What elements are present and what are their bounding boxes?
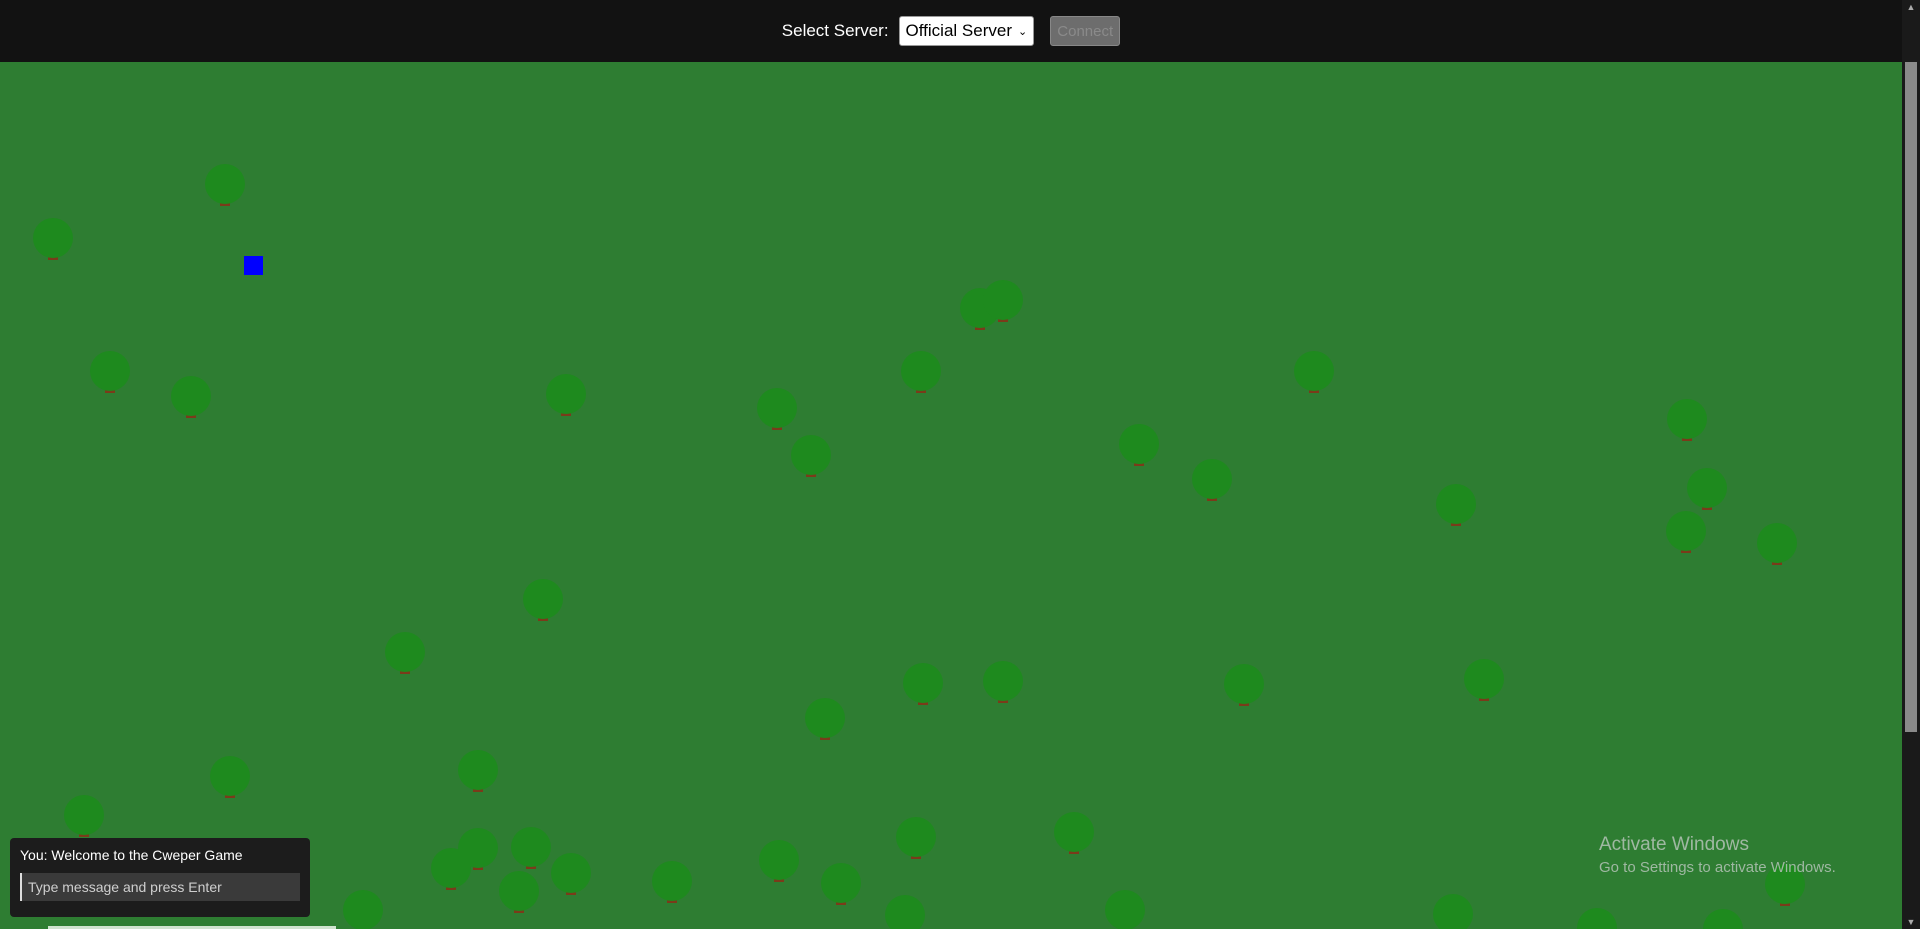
tree	[759, 840, 799, 882]
tree	[1224, 664, 1264, 706]
tree	[903, 663, 943, 705]
tree	[1464, 659, 1504, 701]
connect-button[interactable]: Connect	[1050, 16, 1121, 46]
tree	[885, 895, 925, 929]
tree	[652, 861, 692, 903]
tree	[458, 750, 498, 792]
tree	[210, 756, 250, 798]
tree	[983, 661, 1023, 703]
tree	[1054, 812, 1094, 854]
tree	[791, 435, 831, 477]
tree	[385, 632, 425, 674]
tree	[551, 853, 591, 895]
tree	[757, 388, 797, 430]
scrollbar-thumb[interactable]	[1905, 62, 1917, 732]
tree	[1577, 908, 1617, 929]
tree	[1192, 459, 1232, 501]
tree-layer	[33, 164, 1805, 929]
game-world[interactable]	[0, 62, 1902, 929]
tree	[1687, 468, 1727, 510]
server-select-value: Official Server	[905, 21, 1012, 40]
tree	[1433, 894, 1473, 929]
scroll-up-icon[interactable]: ▲	[1902, 0, 1920, 14]
tree	[499, 871, 539, 913]
tree	[1666, 511, 1706, 553]
tree	[1119, 424, 1159, 466]
tree	[33, 218, 73, 260]
tree	[171, 376, 211, 418]
tree	[343, 890, 383, 929]
tree	[821, 863, 861, 905]
tree	[511, 827, 551, 869]
tree	[896, 817, 936, 859]
server-label: Select Server:	[781, 21, 889, 40]
watermark-title: Activate Windows	[1599, 834, 1749, 855]
activate-windows-watermark: Activate Windows Go to Settings to activ…	[1599, 834, 1836, 876]
tree	[1667, 399, 1707, 441]
chat-message: You: Welcome to the Cweper Game	[20, 847, 243, 863]
tree	[1703, 909, 1743, 929]
tree	[64, 795, 104, 837]
watermark-subtitle: Go to Settings to activate Windows.	[1599, 859, 1836, 876]
server-select[interactable]: Official Server ⌄	[898, 16, 1035, 46]
tree	[1105, 890, 1145, 929]
tree	[805, 698, 845, 740]
tree	[1757, 523, 1797, 565]
player-square	[244, 256, 263, 275]
tree	[205, 164, 245, 206]
tree	[1294, 351, 1334, 393]
tree	[1436, 484, 1476, 526]
scroll-down-icon[interactable]: ▼	[1902, 915, 1920, 929]
tree	[90, 351, 130, 393]
tree	[901, 351, 941, 393]
chat-box: You: Welcome to the Cweper Game Type mes…	[10, 838, 310, 917]
chevron-down-icon: ⌄	[1018, 25, 1028, 38]
tree	[523, 579, 563, 621]
top-bar: Select Server: Official Server ⌄ Connect	[0, 0, 1902, 62]
chat-input[interactable]: Type message and press Enter	[20, 873, 300, 901]
scrollbar[interactable]: ▲ ▼	[1902, 0, 1920, 929]
tree	[431, 848, 471, 890]
tree	[546, 374, 586, 416]
